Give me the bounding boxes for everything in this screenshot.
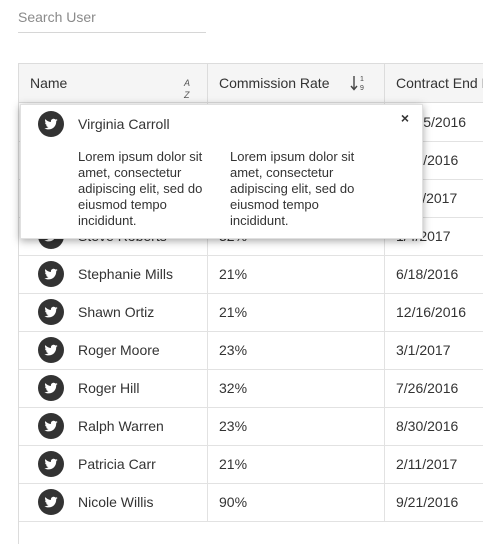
sort-numeric-icon[interactable]: 1 9	[350, 74, 366, 92]
name-cell: Roger Moore	[19, 331, 208, 369]
commission-rate: 23%	[219, 342, 248, 358]
twitter-icon	[38, 451, 64, 477]
column-header-contract-end-date[interactable]: Contract End Date	[385, 64, 483, 102]
commission-rate-cell: 21%	[208, 445, 385, 483]
table-row[interactable]: Patricia Carr 21% 2/11/2017	[19, 445, 483, 484]
table-row[interactable]: Stephanie Mills 21% 6/18/2016	[19, 255, 483, 294]
commission-rate: 21%	[219, 456, 248, 472]
twitter-icon	[38, 337, 64, 363]
popup-user-name: Virginia Carroll	[78, 116, 170, 132]
contract-end-date-cell: 2/11/2017	[385, 445, 483, 483]
popup-description-1: Lorem ipsum dolor sit amet, consectetur …	[78, 149, 203, 228]
name-cell: Nicole Willis	[19, 483, 208, 521]
contract-end-date: 7/26/2016	[396, 380, 459, 396]
column-header-commission-rate[interactable]: Commission Rate 1 9	[208, 64, 385, 102]
column-header-label: Contract End Date	[396, 75, 483, 91]
contract-end-date-cell: 8/30/2016	[385, 407, 483, 445]
commission-rate-cell: 21%	[208, 255, 385, 293]
name-cell: Patricia Carr	[19, 445, 208, 483]
contract-end-date-cell: 3/1/2017	[385, 331, 483, 369]
commission-rate-cell: 23%	[208, 407, 385, 445]
commission-rate-cell: 21%	[208, 293, 385, 331]
user-name: Stephanie Mills	[78, 266, 173, 282]
close-icon[interactable]: ×	[398, 111, 412, 125]
user-name: Nicole Willis	[78, 494, 154, 510]
twitter-icon	[38, 489, 64, 515]
contract-end-date: 6/18/2016	[396, 266, 459, 282]
popup-description-2: Lorem ipsum dolor sit amet, consectetur …	[230, 149, 355, 228]
contract-end-date-cell: 12/16/2016	[385, 293, 483, 331]
name-cell: Roger Hill	[19, 369, 208, 407]
twitter-icon	[38, 413, 64, 439]
user-name: Shawn Ortiz	[78, 304, 155, 320]
user-name: Ralph Warren	[78, 418, 164, 434]
user-name: Roger Hill	[78, 380, 140, 396]
table-row[interactable]: Ralph Warren 23% 8/30/2016	[19, 407, 483, 446]
twitter-icon	[38, 299, 64, 325]
contract-end-date: 2/11/2017	[396, 456, 458, 472]
contract-end-date: 12/16/2016	[396, 304, 467, 320]
commission-rate: 32%	[219, 380, 248, 396]
contract-end-date: 8/30/2016	[396, 418, 459, 434]
column-header-name[interactable]: Name AZ	[19, 64, 208, 102]
commission-rate: 21%	[219, 266, 248, 282]
svg-text:9: 9	[360, 85, 364, 92]
svg-text:1: 1	[360, 76, 364, 83]
table-row[interactable]: Nicole Willis 90% 9/21/2016	[19, 483, 483, 522]
contract-end-date-cell: 9/21/2016	[385, 483, 483, 521]
name-cell: Shawn Ortiz	[19, 293, 208, 331]
contract-end-date-cell: 7/26/2016	[385, 369, 483, 407]
sort-alpha-icon[interactable]: AZ	[184, 77, 190, 101]
commission-rate-cell: 23%	[208, 331, 385, 369]
commission-rate: 90%	[219, 494, 248, 510]
search-input[interactable]	[18, 1, 206, 33]
commission-rate-cell: 32%	[208, 369, 385, 407]
commission-rate-cell: 90%	[208, 483, 385, 521]
grid-header: Name AZ Commission Rate 1 9 Contract End…	[19, 64, 483, 103]
user-name: Patricia Carr	[78, 456, 156, 472]
user-detail-popup: Virginia Carroll × Lorem ipsum dolor sit…	[20, 104, 423, 239]
commission-rate: 23%	[219, 418, 248, 434]
column-header-label: Commission Rate	[219, 75, 330, 91]
twitter-icon	[38, 111, 64, 137]
column-header-label: Name	[30, 75, 68, 91]
name-cell: Stephanie Mills	[19, 255, 208, 293]
user-name: Roger Moore	[78, 342, 160, 358]
twitter-icon	[38, 261, 64, 287]
commission-rate: 21%	[219, 304, 248, 320]
contract-end-date-cell: 6/18/2016	[385, 255, 483, 293]
search-box[interactable]	[18, 0, 206, 33]
name-cell: Ralph Warren	[19, 407, 208, 445]
contract-end-date: 9/21/2016	[396, 494, 459, 510]
table-row[interactable]: Roger Hill 32% 7/26/2016	[19, 369, 483, 408]
table-row[interactable]: Shawn Ortiz 21% 12/16/2016	[19, 293, 483, 332]
twitter-icon	[38, 375, 64, 401]
contract-end-date: 3/1/2017	[396, 342, 451, 358]
table-row[interactable]: Roger Moore 23% 3/1/2017	[19, 331, 483, 370]
